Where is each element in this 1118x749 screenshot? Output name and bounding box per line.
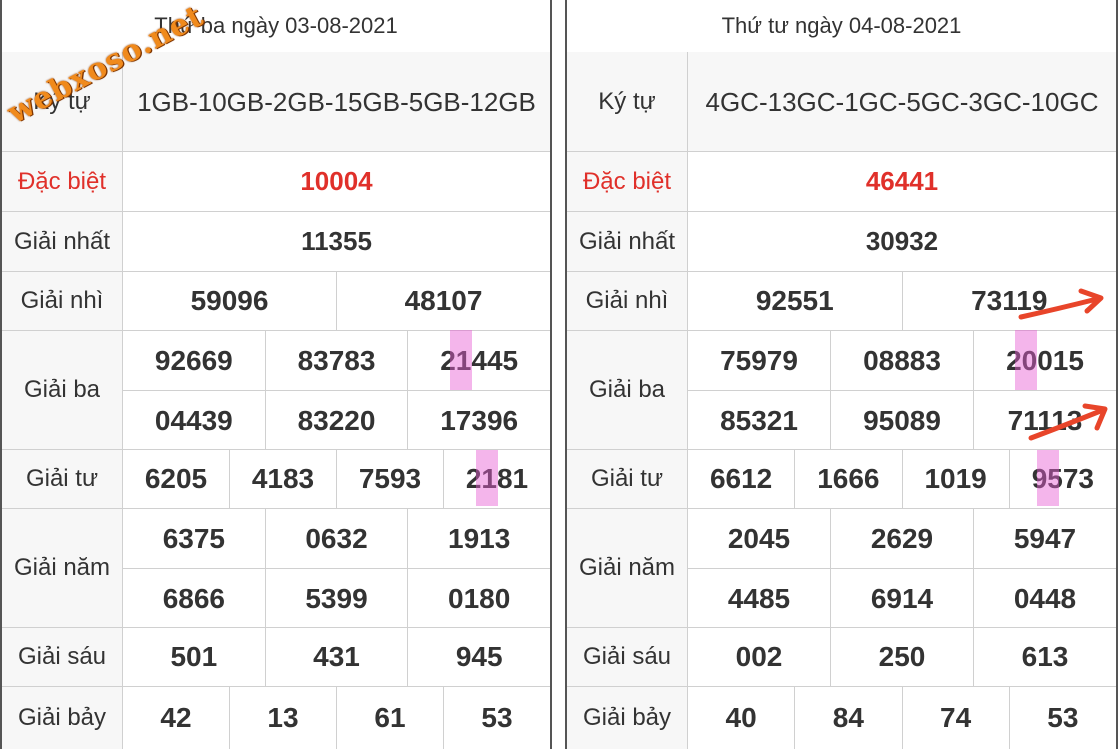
- giai-nam-label: Giải năm: [2, 509, 123, 627]
- giai-sau-label: Giải sáu: [2, 628, 123, 686]
- giai-ba-label: Giải ba: [2, 331, 123, 449]
- giai-ba-number: 17396: [440, 404, 519, 436]
- giai-ba-number: 71113: [1007, 404, 1083, 436]
- highlight-mark: [450, 330, 472, 390]
- giai-nam-number: 4485: [688, 569, 831, 628]
- giai-sau-number: 431: [266, 628, 409, 686]
- giai-nam-number: 0448: [1013, 582, 1077, 614]
- giai-ba-number: 20015: [1006, 344, 1084, 376]
- row-ky-tu: Ký tự 1GB-10GB-2GB-15GB-5GB-12GB: [2, 52, 550, 152]
- giai-tu-label: Giải tư: [2, 450, 123, 508]
- giai-ba-number: 21445: [440, 344, 519, 376]
- giai-tu-number: 9573: [1031, 463, 1095, 494]
- giai-bay-label: Giải bảy: [567, 687, 688, 749]
- giai-nam-number: 6375: [123, 509, 266, 568]
- row-giai-nhi: Giải nhì 92551 73119: [567, 272, 1116, 331]
- giai-bay-number: 53: [481, 702, 513, 733]
- giai-tu-number: 6205: [123, 450, 230, 508]
- row-giai-sau: Giải sáu 002 250 613: [567, 628, 1116, 687]
- giai-tu-label: Giải tư: [567, 450, 688, 508]
- giai-sau-number: 613: [1021, 641, 1069, 672]
- giai-tu-number: 7593: [337, 450, 444, 508]
- giai-nhat-label: Giải nhất: [567, 212, 688, 271]
- giai-sau-number: 002: [688, 628, 831, 686]
- giai-bay-number: 40: [688, 687, 796, 749]
- giai-ba-number: 04439: [123, 391, 266, 450]
- row-giai-nam: Giải năm 6375 0632 1913 6866 5399 0180: [2, 509, 550, 628]
- giai-nam-number: 2629: [831, 509, 974, 568]
- dac-biet-value: 10004: [300, 166, 373, 196]
- ky-tu-value: 4GC-13GC-1GC-5GC-3GC-10GC: [688, 52, 1116, 151]
- row-dac-biet: Đặc biệt 46441: [567, 152, 1116, 212]
- ky-tu-value: 1GB-10GB-2GB-15GB-5GB-12GB: [123, 52, 550, 151]
- results-panel-right: Thứ tư ngày 04-08-2021 Ký tự 4GC-13GC-1G…: [565, 0, 1118, 749]
- giai-nhi-label: Giải nhì: [567, 272, 688, 330]
- panel-date-header: Thứ tư ngày 04-08-2021: [567, 0, 1116, 53]
- giai-nam-number: 5399: [266, 569, 409, 628]
- giai-ba-number: 83783: [266, 331, 409, 390]
- highlight-mark: [1037, 450, 1059, 506]
- giai-bay-number: 42: [123, 687, 230, 749]
- results-panel-left: Thứ ba ngày 03-08-2021 Ký tự 1GB-10GB-2G…: [0, 0, 552, 749]
- highlight-mark: [476, 450, 498, 506]
- row-giai-nam: Giải năm 2045 2629 5947 4485 6914 0448: [567, 509, 1116, 628]
- row-dac-biet: Đặc biệt 10004: [2, 152, 550, 212]
- dac-biet-value: 46441: [865, 166, 939, 196]
- row-giai-nhat: Giải nhất 30932: [567, 212, 1116, 272]
- row-giai-tu: Giải tư 6612 1666 1019 9573: [567, 450, 1116, 509]
- giai-nam-number: 5947: [1013, 522, 1077, 554]
- giai-ba-number: 95089: [831, 391, 974, 450]
- giai-ba-number: 08883: [831, 331, 974, 390]
- giai-ba-number: 85321: [688, 391, 831, 450]
- giai-bay-number: 84: [795, 687, 903, 749]
- giai-bay-number: 61: [337, 687, 444, 749]
- giai-ba-number: 92669: [123, 331, 266, 390]
- panel-date-header: Thứ ba ngày 03-08-2021: [2, 0, 550, 53]
- giai-nhi-number: 73119: [971, 285, 1048, 316]
- giai-tu-number: 6612: [688, 450, 796, 508]
- row-giai-bay: Giải bảy 40 84 74 53: [567, 687, 1116, 749]
- giai-nhi-number: 48107: [404, 285, 483, 316]
- giai-nhat-label: Giải nhất: [2, 212, 123, 271]
- giai-nhi-number: 59096: [123, 272, 337, 330]
- dac-biet-label: Đặc biệt: [2, 152, 123, 211]
- giai-ba-label: Giải ba: [567, 331, 688, 449]
- row-giai-nhi: Giải nhì 59096 48107: [2, 272, 550, 331]
- row-giai-bay: Giải bảy 42 13 61 53: [2, 687, 550, 749]
- giai-nam-label: Giải năm: [567, 509, 688, 627]
- ky-tu-label: Ký tự: [2, 52, 123, 151]
- row-giai-nhat: Giải nhất 11355: [2, 212, 550, 272]
- giai-sau-number: 501: [123, 628, 266, 686]
- giai-nhat-value: 30932: [865, 226, 939, 256]
- giai-sau-number: 945: [455, 641, 503, 672]
- giai-bay-number: 74: [903, 687, 1010, 749]
- giai-nhat-value: 11355: [301, 226, 372, 256]
- row-giai-sau: Giải sáu 501 431 945: [2, 628, 550, 687]
- giai-tu-number: 1666: [795, 450, 903, 508]
- giai-tu-number: 1019: [903, 450, 1010, 508]
- giai-nam-number: 0180: [448, 582, 511, 614]
- giai-bay-number: 53: [1047, 702, 1079, 733]
- giai-nam-number: 0632: [266, 509, 409, 568]
- highlight-mark: [1015, 330, 1037, 390]
- giai-sau-number: 250: [831, 628, 974, 686]
- row-ky-tu: Ký tự 4GC-13GC-1GC-5GC-3GC-10GC: [567, 52, 1116, 152]
- giai-ba-number: 75979: [688, 331, 831, 390]
- row-giai-tu: Giải tư 6205 4183 7593 2181: [2, 450, 550, 509]
- giai-bay-label: Giải bảy: [2, 687, 123, 749]
- giai-nam-number: 1913: [448, 522, 511, 554]
- giai-nhi-label: Giải nhì: [2, 272, 123, 330]
- giai-ba-number: 83220: [266, 391, 409, 450]
- giai-tu-number: 4183: [230, 450, 337, 508]
- dac-biet-label: Đặc biệt: [567, 152, 688, 211]
- giai-nhi-number: 92551: [688, 272, 903, 330]
- giai-nam-number: 6914: [831, 569, 974, 628]
- giai-nam-number: 2045: [688, 509, 831, 568]
- giai-bay-number: 13: [230, 687, 337, 749]
- ky-tu-label: Ký tự: [567, 52, 688, 151]
- giai-sau-label: Giải sáu: [567, 628, 688, 686]
- giai-nam-number: 6866: [123, 569, 266, 628]
